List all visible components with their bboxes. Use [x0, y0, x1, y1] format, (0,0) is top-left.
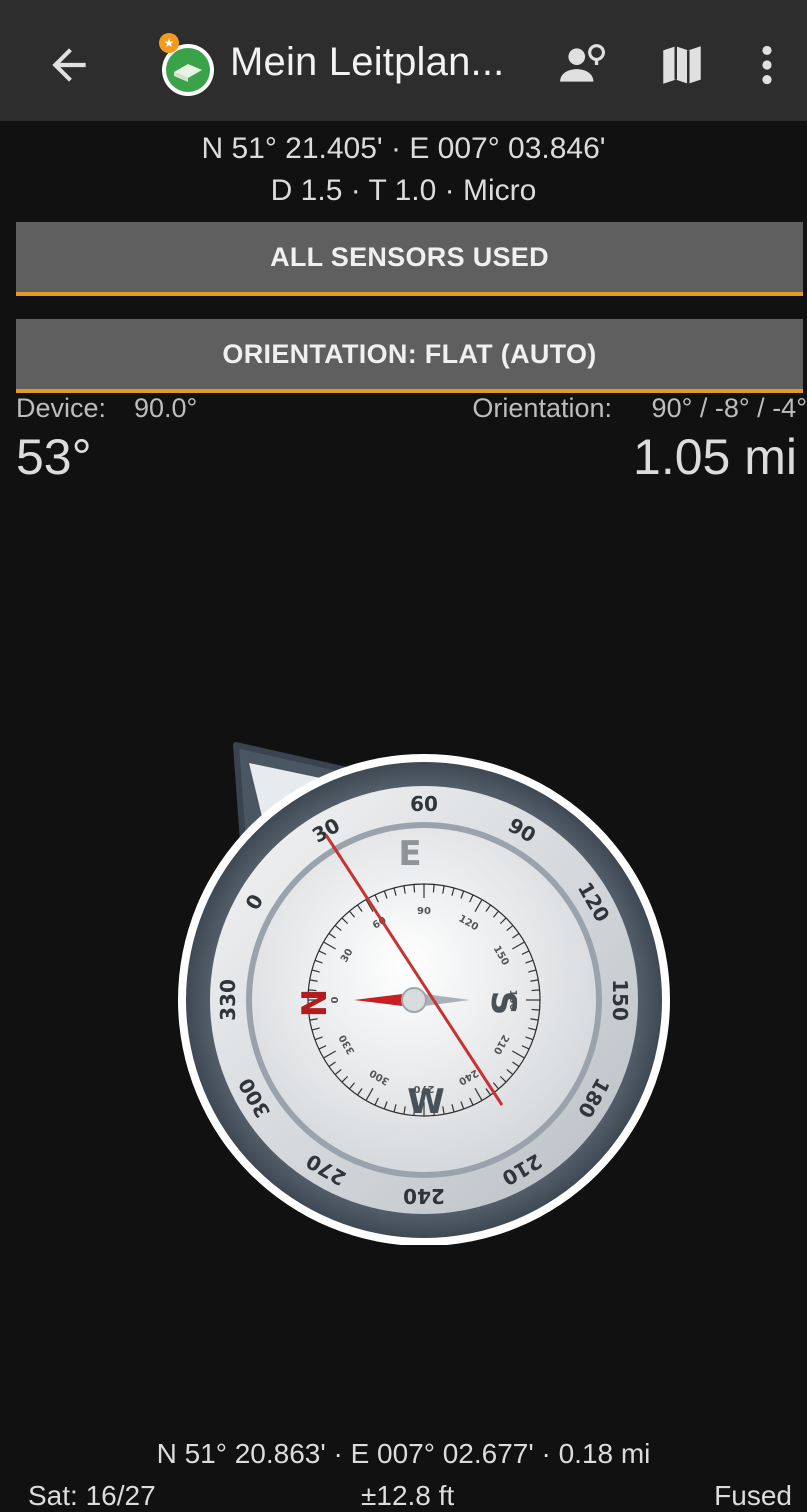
orientation-value: 90° / -8° / -4° — [651, 393, 807, 423]
back-arrow-icon[interactable] — [44, 40, 94, 90]
compass-letter-s: S — [483, 991, 523, 1016]
cache-coordinates: N 51° 21.405' · E 007° 03.846' — [201, 132, 606, 165]
current-position: N 51° 20.863' · E 007° 02.677' · 0.18 mi — [156, 1438, 651, 1469]
bearing-value: 53° — [16, 429, 92, 485]
overflow-menu-icon[interactable] — [742, 40, 792, 90]
location-provider: Fused — [714, 1480, 792, 1511]
device-label: Device: — [16, 393, 107, 423]
map-icon[interactable] — [657, 40, 707, 90]
gps-accuracy: ±12.8 ft — [361, 1480, 455, 1511]
outer-degree-label: 330 — [216, 979, 240, 1021]
page-title: Mein Leitplan... — [230, 40, 505, 84]
outer-degree-label: 240 — [403, 1184, 445, 1208]
tick-mark — [432, 884, 435, 893]
compass-letter-e: E — [398, 834, 421, 874]
satellite-count: Sat: 16/27 — [28, 1480, 156, 1511]
compass-letter-w: W — [407, 1082, 445, 1122]
app-bar: ★ Mein Leitplan... — [0, 0, 807, 121]
sensors-button[interactable]: ALL SENSORS USED — [16, 222, 803, 296]
orientation-label: Orientation: — [472, 393, 612, 423]
outer-degree-label: 150 — [608, 979, 632, 1021]
cache-details: D 1.5 · T 1.0 · Micro — [270, 174, 537, 207]
outer-degree-label: 60 — [410, 792, 438, 816]
device-value: 90.0° — [134, 393, 198, 423]
person-hint-icon[interactable] — [558, 40, 608, 90]
tick-mark — [531, 1008, 540, 1011]
tick-mark — [531, 989, 540, 992]
compass-letter-n: N — [295, 989, 335, 1017]
cache-logo-icon: ★ — [159, 33, 214, 96]
compass-dial: 0306090120150180210240270300330 30609012… — [178, 742, 670, 1245]
tick-mark — [413, 884, 416, 893]
inner-degree-label: 90 — [417, 906, 431, 917]
svg-text:★: ★ — [164, 36, 175, 50]
orientation-button[interactable]: ORIENTATION: FLAT (AUTO) — [16, 319, 803, 393]
distance-value: 1.05 mi — [633, 429, 797, 485]
